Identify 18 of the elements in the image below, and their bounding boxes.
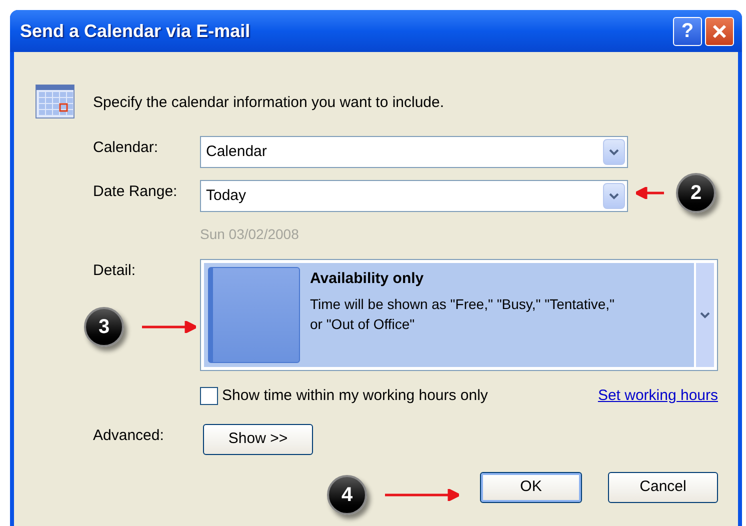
window-title: Send a Calendar via E-mail xyxy=(20,20,250,42)
detail-label: Detail: xyxy=(93,261,137,281)
field-label: Date Range: xyxy=(93,182,178,202)
intro-text: Specify the calendar information you want to include. xyxy=(93,92,444,113)
date-hint: Sun 03/02/2008 xyxy=(200,225,300,244)
show-button[interactable]: Show >> xyxy=(203,424,313,454)
detail-selector[interactable]: Availability only Time will be shown as "Free," "Busy," "Tentative," or "Out of Office" xyxy=(200,259,718,371)
detail-description: Time will be shown as "Free," "Busy," "Tentative," or "Out of Office" xyxy=(310,294,616,334)
dialog-button[interactable]: Cancel xyxy=(608,472,718,502)
help-button[interactable]: ? xyxy=(673,16,702,46)
dropdown-field[interactable]: Today xyxy=(200,180,628,212)
dropdown-field[interactable]: Calendar xyxy=(200,136,628,168)
checkbox-label: Show time within my working hours only xyxy=(222,386,488,406)
dialog-button[interactable]: OK xyxy=(480,472,582,502)
detail-title: Availability only xyxy=(310,269,425,289)
field-label: Calendar: xyxy=(93,138,160,158)
working-hours-link[interactable]: Set working hours xyxy=(598,385,718,408)
advanced-label: Advanced: xyxy=(93,426,165,446)
